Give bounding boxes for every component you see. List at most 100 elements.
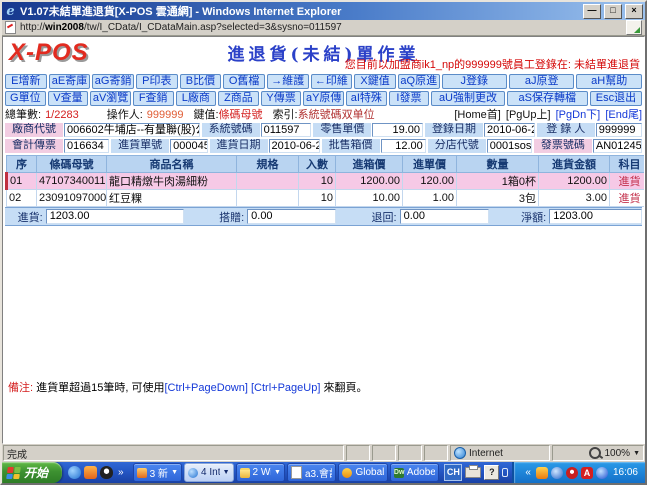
btn-old-file[interactable]: O舊檔 [223,74,265,89]
zoom-dropdown-icon[interactable]: ▼ [633,450,640,457]
minimize-button[interactable]: — [583,4,601,19]
quicklaunch-qq-icon[interactable] [100,466,113,479]
purchase-total-field[interactable]: 1203.00 [46,209,184,224]
btn-maintain-prev[interactable]: ←印維 [311,74,353,89]
cell-seq: 01 [7,173,37,190]
wholesale-case-price-field[interactable]: 12.00 [381,139,426,153]
tray-icon[interactable] [566,467,578,479]
retail-price-field[interactable]: 19.00 [372,123,423,137]
globals-icon [342,468,352,478]
info-line: 總筆數: 1/2283 操作人: 999999 鍵值: 條碼母號 索引: 系統號… [5,108,642,122]
tray-icon[interactable] [596,467,608,479]
cell-amount: 1200.00 [539,173,610,190]
key-label: 鍵值: [194,108,219,122]
tray-icon[interactable] [551,467,563,479]
cell-barcode: 23091097000 [37,190,107,207]
btn-vendor[interactable]: L廠商 [176,91,217,106]
paging-end[interactable]: [End尾] [605,109,642,121]
invoice-number-field[interactable]: AN01245528 [593,139,642,153]
dreamweaver-icon: Dw [394,468,404,478]
paging-home[interactable]: [Home首] [454,109,500,121]
task-button-globals[interactable]: GlobalS... [338,463,387,482]
task-button-internet-explorer[interactable]: 4 Inter... ▼ [184,463,233,482]
task-label: a3.會計... [305,465,332,480]
btn-help[interactable]: aH幫助 [576,74,641,89]
system-number-label: 系統號碼 [202,123,260,137]
vendor-code-field[interactable]: 006602牛埔店--有量聯(股)公司 [64,123,200,137]
store-code-field[interactable]: 0001soso [487,139,532,153]
vendor-code-label: 廠商代號 [5,123,63,137]
task-button-windows-explorer[interactable]: 2 Windo... ▼ [236,463,285,482]
btn-unit[interactable]: G單位 [5,91,46,106]
folder-icon [240,468,250,478]
toolbar-row-2: G單位 V查量 aV瀏覽 F查銷 L廠商 Z商品 Y傳票 aY原傳 aI特殊 I… [5,91,642,106]
window-title: V1.07未結單進退貨[X-POS 雲通網] - Windows Interne… [20,3,580,19]
page-action-icon[interactable] [626,20,642,35]
accounting-voucher-field[interactable]: 016634 [64,139,109,153]
registrant-field[interactable]: 999999 [596,123,642,137]
btn-key-value[interactable]: X鍵值 [354,74,396,89]
btn-maintain-next[interactable]: →維護 [267,74,309,89]
table-row[interactable]: 02 23091097000 红豆粿 10 10.00 1.00 3包 3.00… [7,190,646,207]
total-count-value: 1/2283 [45,108,79,122]
col-product-name: 商品名稱 [107,156,237,173]
btn-browse[interactable]: aV瀏覽 [90,91,131,106]
note-hotkey-pagedown: [Ctrl+PageDown] [164,382,247,394]
uc-icon [137,468,147,478]
printer-icon[interactable] [465,467,481,478]
col-quantity: 數量 [457,156,539,173]
maximize-button[interactable]: □ [604,4,622,19]
quicklaunch-uc-icon[interactable] [84,466,97,479]
btn-invoice[interactable]: I發票 [389,91,430,106]
quicklaunch-browser-icon[interactable] [68,466,81,479]
language-indicator[interactable]: CH [444,464,462,481]
btn-original-voucher[interactable]: aY原傳 [303,91,344,106]
btn-print[interactable]: P印表 [136,74,178,89]
operator-label: 操作人: [107,108,143,122]
btn-original-purchase[interactable]: aQ原進 [398,74,440,89]
btn-voucher[interactable]: Y傳票 [261,91,302,106]
purchase-order-field[interactable]: 000045 [170,139,207,153]
btn-consign-stock[interactable]: aE寄庫 [49,74,91,89]
gift-total-field[interactable]: 0.00 [247,209,336,224]
tray-icon[interactable]: A [581,467,593,479]
tray-icon[interactable] [536,467,548,479]
browser-window: e V1.07未結單進退貨[X-POS 雲通網] - Windows Inter… [0,0,647,485]
taskbar-clock[interactable]: 16:06 [611,467,638,478]
return-total-field[interactable]: 0.00 [400,209,489,224]
url-path: /tw/I_CData/I_CDataMain.asp?selected=3&s… [84,22,342,33]
btn-special[interactable]: aI特殊 [346,91,387,106]
btn-original-login[interactable]: aJ原登 [509,74,574,89]
btn-login[interactable]: J登錄 [442,74,507,89]
btn-consign-sale[interactable]: aG寄銷 [92,74,134,89]
task-button-accounting-doc[interactable]: a3.會計... [287,463,336,482]
purchase-date-field[interactable]: 2010-06-22 [269,139,320,153]
net-total-field[interactable]: 1203.00 [549,209,642,224]
cell-product-name: 龍口精燉牛肉湯細粉 [107,173,237,190]
close-button[interactable]: × [625,4,643,19]
url-field[interactable]: http://win2008/tw/I_CData/I_CDataMain.as… [20,22,622,33]
task-button-adobe[interactable]: Dw Adobe D... [390,463,439,482]
tray-collapse-icon[interactable]: « [523,467,533,478]
btn-product[interactable]: Z商品 [218,91,259,106]
btn-save-transfer[interactable]: aS保存轉檔 [507,91,588,106]
task-button-sina-uc[interactable]: 3 新浪UC ▼ [133,463,182,482]
btn-exit[interactable]: Esc退出 [590,91,642,106]
start-button[interactable]: 开始 [2,462,62,483]
btn-force-change[interactable]: aU強制更改 [431,91,504,106]
btn-add-new[interactable]: E增新 [5,74,47,89]
btn-check-qty[interactable]: V查量 [48,91,89,106]
btn-compare-price[interactable]: B比價 [180,74,222,89]
help-icon[interactable]: ? [484,465,499,480]
col-spec: 規格 [237,156,299,173]
paging-pgdn[interactable]: [PgDn下] [556,109,601,121]
status-panel [424,445,448,461]
zoom-control[interactable]: 100% ▼ [552,445,644,461]
quicklaunch-overflow-icon[interactable]: » [116,467,126,478]
table-row[interactable]: 01 47107340011 龍口精燉牛肉湯細粉 10 1200.00 120.… [7,173,646,190]
language-options-icon[interactable] [502,468,508,477]
btn-check-sales[interactable]: F查銷 [133,91,174,106]
paging-pgup[interactable]: [PgUp上] [506,109,551,121]
register-date-field[interactable]: 2010-06-22 [484,123,535,137]
system-number-field[interactable]: 011597 [261,123,312,137]
